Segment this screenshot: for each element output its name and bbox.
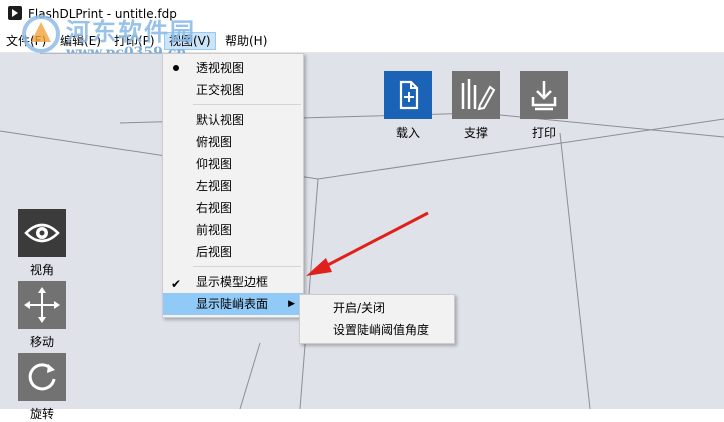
print-icon [531,81,557,111]
3d-viewport[interactable] [0,53,724,409]
menu-item-orthographic[interactable]: 正交视图 [163,79,303,101]
menu-item-show-steep-surface[interactable]: 显示陡峭表面 ▶ [163,293,303,315]
rotate-icon [28,363,56,391]
submenu-item-toggle[interactable]: 开启/关闭 [333,297,385,319]
menu-item-label: 默认视图 [196,113,245,127]
support-label: 支撑 [463,126,488,140]
view-label: 视角 [29,263,54,277]
menu-help[interactable]: 帮助(H) [221,33,271,49]
menu-separator [193,104,301,105]
menu-item-back-view[interactable]: 后视图 [163,241,303,263]
support-edit-icon [461,79,496,111]
view-button[interactable] [18,209,66,257]
radio-selected-icon [173,65,179,71]
rotate-tool[interactable]: 旋转 [18,353,66,422]
menu-item-label: 左视图 [196,179,233,193]
menu-item-label: 显示陡峭表面 [196,297,269,311]
checkmark-icon: ✔ [171,277,182,291]
watermark-title: 河东软件园 [66,17,196,46]
view-tool[interactable]: 视角 [18,209,66,278]
menu-item-default-view[interactable]: 默认视图 [163,109,303,131]
move-arrows-icon [24,287,60,323]
menu-item-right-view[interactable]: 右视图 [163,197,303,219]
view-dropdown-menu: 透视视图 正交视图 默认视图 俯视图 仰视图 左视图 右视图 前视图 后视图 ✔… [162,53,304,318]
print-tool[interactable]: 打印 [520,71,568,141]
menu-item-front-view[interactable]: 前视图 [163,219,303,241]
menu-item-top-view[interactable]: 俯视图 [163,131,303,153]
move-tool[interactable]: 移动 [18,281,66,350]
menu-item-show-model-border[interactable]: ✔ 显示模型边框 [163,271,303,293]
support-tool[interactable]: 支撑 [452,71,500,141]
watermark-logo-icon [22,15,60,53]
rotate-label: 旋转 [29,407,54,421]
menu-item-label: 后视图 [196,245,233,259]
steep-surface-submenu: 开启/关闭 设置陡峭阈值角度 [299,294,455,344]
app-icon [8,6,22,20]
menu-item-label: 显示模型边框 [196,275,269,289]
print-button[interactable] [520,71,568,119]
submenu-arrow-icon: ▶ [288,299,295,309]
load-file-icon [399,80,419,110]
menu-item-perspective[interactable]: 透视视图 [163,57,303,79]
menu-item-label: 右视图 [196,201,233,215]
menu-item-label: 前视图 [196,223,233,237]
rotate-button[interactable] [18,353,66,401]
menu-item-label: 仰视图 [196,157,233,171]
move-label: 移动 [29,335,54,349]
menu-item-label: 透视视图 [196,61,245,75]
menu-item-label: 正交视图 [196,83,245,97]
load-label: 载入 [395,126,420,140]
eye-icon [24,223,60,243]
menu-item-label: 俯视图 [196,135,233,149]
load-tool[interactable]: 载入 [384,71,432,141]
print-label: 打印 [531,126,556,140]
menu-item-left-view[interactable]: 左视图 [163,175,303,197]
menu-item-bottom-view[interactable]: 仰视图 [163,153,303,175]
support-button[interactable] [452,71,500,119]
move-button[interactable] [18,281,66,329]
menu-separator [193,266,301,267]
submenu-item-set-threshold[interactable]: 设置陡峭阈值角度 [333,319,429,341]
build-volume-wireframe [0,53,724,409]
load-button[interactable] [384,71,432,119]
